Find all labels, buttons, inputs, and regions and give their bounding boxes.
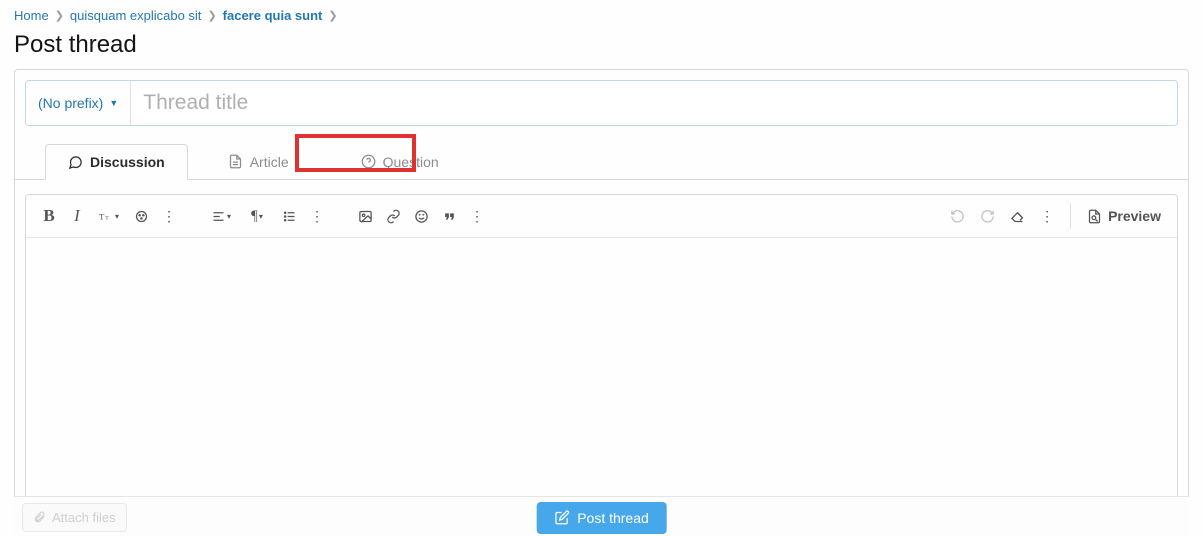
- breadcrumb-level1[interactable]: quisquam explicabo sit: [70, 8, 202, 23]
- link-button[interactable]: [380, 203, 406, 229]
- post-form: (No prefix) ▼ Discussion Article: [14, 69, 1189, 520]
- file-text-icon: [228, 154, 243, 169]
- font-size-button[interactable]: TT ▾: [92, 203, 126, 229]
- breadcrumb-level2[interactable]: facere quia sunt: [223, 8, 323, 23]
- quote-button[interactable]: [436, 203, 462, 229]
- emoji-button[interactable]: [408, 203, 434, 229]
- page-title: Post thread: [0, 29, 1203, 69]
- italic-button[interactable]: I: [64, 203, 90, 229]
- undo-button[interactable]: [944, 203, 970, 229]
- chevron-right-icon: ❯: [207, 9, 216, 22]
- prefix-label: (No prefix): [38, 95, 103, 111]
- toolbar-separator: [1070, 203, 1071, 229]
- image-button[interactable]: [352, 203, 378, 229]
- svg-text:T: T: [99, 211, 105, 221]
- prefix-dropdown[interactable]: (No prefix) ▼: [26, 81, 131, 125]
- preview-label: Preview: [1108, 208, 1161, 224]
- tab-question-label: Question: [383, 154, 439, 170]
- post-thread-button[interactable]: Post thread: [536, 502, 667, 534]
- bold-button[interactable]: B: [36, 203, 62, 229]
- breadcrumb-home[interactable]: Home: [14, 8, 49, 23]
- erase-button[interactable]: [1004, 203, 1030, 229]
- preview-button[interactable]: Preview: [1081, 208, 1167, 224]
- svg-text:T: T: [105, 215, 109, 221]
- more-paragraph-button[interactable]: ⋮: [304, 203, 330, 229]
- tab-article-label: Article: [250, 154, 289, 170]
- editor: B I TT ▾ ⋮ ▾ ¶▾: [25, 194, 1178, 509]
- more-misc-button[interactable]: ⋮: [1034, 203, 1060, 229]
- chevron-right-icon: ❯: [328, 9, 337, 22]
- more-format-button[interactable]: ⋮: [156, 203, 182, 229]
- redo-button[interactable]: [974, 203, 1000, 229]
- tab-discussion-label: Discussion: [90, 154, 165, 170]
- form-footer: Attach files Post thread: [14, 496, 1189, 536]
- thread-title-input[interactable]: [131, 81, 1177, 125]
- attach-files-label: Attach files: [52, 510, 116, 525]
- attach-files-button[interactable]: Attach files: [22, 503, 127, 532]
- thread-type-tabs: Discussion Article Question: [15, 144, 1188, 180]
- tab-article[interactable]: Article: [206, 144, 311, 179]
- paragraph-button[interactable]: ¶▾: [240, 203, 274, 229]
- caret-down-icon: ▼: [109, 98, 118, 108]
- editor-content[interactable]: [26, 238, 1177, 508]
- breadcrumb: Home ❯ quisquam explicabo sit ❯ facere q…: [0, 0, 1203, 29]
- chevron-right-icon: ❯: [55, 9, 64, 22]
- post-thread-label: Post thread: [577, 510, 649, 526]
- more-insert-button[interactable]: ⋮: [464, 203, 490, 229]
- list-button[interactable]: [276, 203, 302, 229]
- comments-icon: [68, 155, 83, 170]
- help-circle-icon: [361, 154, 376, 169]
- tab-question[interactable]: Question: [339, 144, 461, 179]
- title-row: (No prefix) ▼: [25, 80, 1178, 126]
- tab-discussion[interactable]: Discussion: [45, 144, 188, 180]
- align-button[interactable]: ▾: [204, 203, 238, 229]
- text-color-button[interactable]: [128, 203, 154, 229]
- editor-toolbar: B I TT ▾ ⋮ ▾ ¶▾: [26, 195, 1177, 238]
